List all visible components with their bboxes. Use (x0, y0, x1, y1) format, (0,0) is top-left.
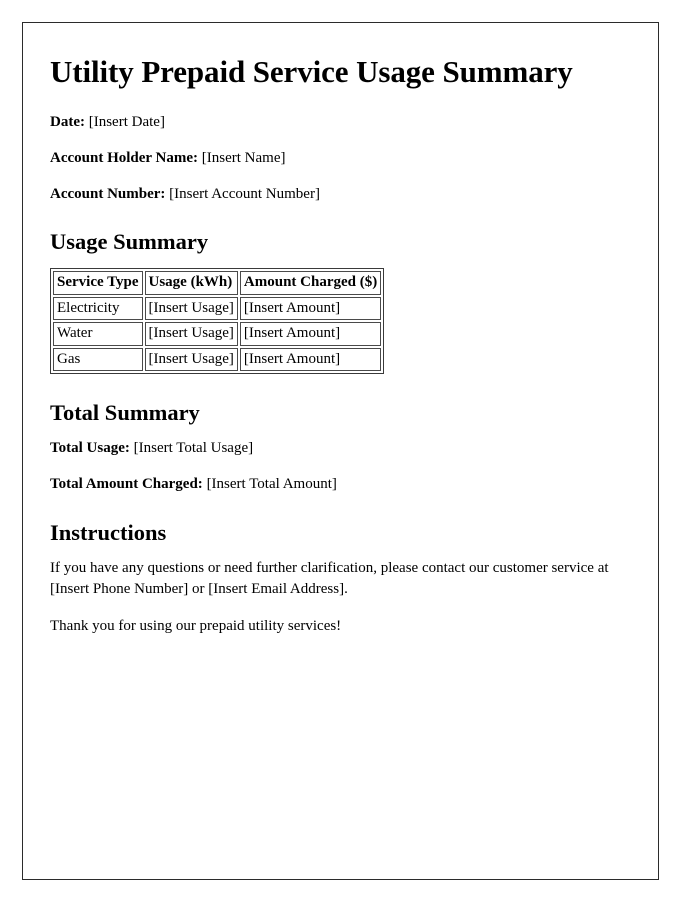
instructions-heading: Instructions (50, 519, 167, 545)
field-total-amount-charged-value: [Insert Total Amount] (206, 475, 337, 492)
field-total-amount-charged-label: Total Amount Charged: (50, 475, 203, 492)
field-account-number-label: Account Number: (50, 185, 166, 202)
cell-amount-charged: [Insert Amount] (239, 322, 382, 346)
cell-amount-charged: [Insert Amount] (239, 347, 382, 372)
instructions-thank-you-paragraph: Thank you for using our prepaid utility … (50, 617, 342, 634)
usage-table-body: Electricity [Insert Usage] [Insert Amoun… (53, 296, 382, 372)
column-header-amount-charged: Amount Charged ($) (239, 271, 382, 295)
table-row: Gas [Insert Usage] [Insert Amount] (53, 347, 382, 372)
usage-summary-heading: Usage Summary (50, 229, 209, 255)
page-title: Utility Prepaid Service Usage Summary (50, 54, 573, 89)
field-date: Date: [Insert Date] (50, 113, 632, 132)
total-summary-heading: Total Summary (50, 400, 200, 426)
field-account-number: Account Number: [Insert Account Number] (50, 185, 632, 204)
column-header-usage: Usage (kWh) (144, 271, 238, 295)
field-date-value: [Insert Date] (88, 114, 165, 131)
field-account-holder-name: Account Holder Name: [Insert Name] (50, 149, 632, 168)
cell-usage: [Insert Usage] (144, 322, 238, 346)
field-account-number-value: [Insert Account Number] (169, 185, 320, 202)
usage-table-head: Service Type Usage (kWh) Amount Charged … (53, 271, 382, 295)
usage-summary-table: Service Type Usage (kWh) Amount Charged … (50, 268, 385, 375)
cell-service-type: Electricity (53, 296, 143, 321)
table-row: Water [Insert Usage] [Insert Amount] (53, 322, 382, 346)
field-account-holder-name-value: [Insert Name] (201, 149, 286, 166)
field-total-usage-value: [Insert Total Usage] (133, 440, 254, 457)
instructions-contact-paragraph: If you have any questions or need furthe… (50, 560, 609, 597)
field-date-label: Date: (50, 114, 85, 131)
cell-amount-charged: [Insert Amount] (239, 296, 382, 321)
field-total-usage-label: Total Usage: (50, 440, 130, 457)
document-page: Utility Prepaid Service Usage Summary Da… (22, 22, 659, 880)
field-total-usage: Total Usage: [Insert Total Usage] (50, 439, 632, 458)
field-account-holder-name-label: Account Holder Name: (50, 149, 199, 166)
table-header-row: Service Type Usage (kWh) Amount Charged … (53, 271, 382, 295)
cell-service-type: Gas (53, 347, 143, 372)
column-header-service-type: Service Type (53, 271, 143, 295)
cell-usage: [Insert Usage] (144, 347, 238, 372)
cell-usage: [Insert Usage] (144, 296, 238, 321)
document-body: Utility Prepaid Service Usage Summary Da… (23, 23, 658, 636)
table-row: Electricity [Insert Usage] [Insert Amoun… (53, 296, 382, 321)
cell-service-type: Water (53, 322, 143, 346)
field-total-amount-charged: Total Amount Charged: [Insert Total Amou… (50, 475, 632, 494)
